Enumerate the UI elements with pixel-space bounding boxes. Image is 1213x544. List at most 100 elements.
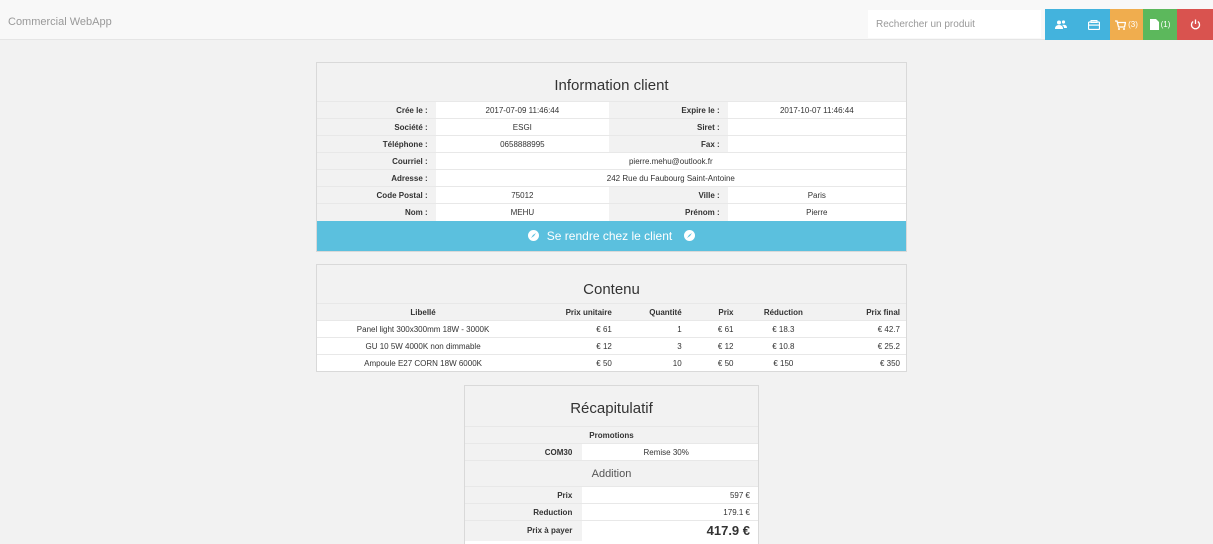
info-row: Crée le : 2017-07-09 11:46:44 Expire le … [317, 101, 906, 119]
siret-label: Siret : [609, 118, 728, 136]
client-info-panel: Information client Crée le : 2017-07-09 … [316, 62, 907, 252]
fax-value [727, 135, 906, 153]
cell-unit-price: € 50 [529, 354, 618, 372]
documents-count: (1) [1160, 20, 1171, 29]
email-value: pierre.mehu@outlook.fr [435, 152, 906, 170]
app-title[interactable]: Commercial WebApp [8, 16, 112, 28]
addition-label: Addition [465, 460, 758, 487]
company-label: Société : [317, 118, 436, 136]
col-header-discount: Réduction [739, 303, 828, 321]
summary-table: Promotions COM30 Remise 30% Addition Pri… [465, 426, 758, 541]
siret-value [727, 118, 906, 136]
price-label: Prix [465, 486, 583, 504]
cell-label: GU 10 5W 4000K non dimmable [317, 337, 530, 355]
go-to-client-label: Se rendre chez le client [546, 228, 673, 243]
cell-final-price: € 350 [827, 354, 906, 372]
content-panel: Contenu Libellé Prix unitaire Quantité P… [316, 264, 907, 372]
cell-price: € 61 [687, 320, 740, 338]
created-label: Crée le : [317, 101, 436, 119]
cell-quantity: 3 [617, 337, 688, 355]
phone-value: 0658888995 [435, 135, 610, 153]
store-button[interactable] [1077, 9, 1110, 40]
table-row: Ampoule E27 CORN 18W 6000K € 50 10 € 50 … [317, 354, 906, 372]
price-row: Prix 597 € [465, 486, 758, 504]
cell-unit-price: € 61 [529, 320, 618, 338]
users-icon [1055, 20, 1067, 29]
cell-price: € 12 [687, 337, 740, 355]
cell-final-price: € 25.2 [827, 337, 906, 355]
col-header-unit-price: Prix unitaire [529, 303, 618, 321]
summary-panel: Récapitulatif Promotions COM30 Remise 30… [464, 385, 759, 544]
total-label: Prix à payer [465, 520, 583, 541]
store-icon [1087, 19, 1100, 30]
go-to-client-button[interactable]: Se rendre chez le client [317, 220, 906, 251]
promo-row: COM30 Remise 30% [465, 443, 758, 461]
col-header-final-price: Prix final [827, 303, 906, 321]
cell-price: € 50 [687, 354, 740, 372]
addition-header-row: Addition [465, 460, 758, 487]
compass-icon [527, 230, 539, 241]
cell-quantity: 1 [617, 320, 688, 338]
col-header-price: Prix [687, 303, 740, 321]
clients-button[interactable] [1045, 9, 1077, 40]
company-value: ESGI [435, 118, 610, 136]
cell-label: Ampoule E27 CORN 18W 6000K [317, 354, 530, 372]
cell-discount: € 150 [739, 354, 828, 372]
cell-quantity: 10 [617, 354, 688, 372]
postal-code-value: 75012 [435, 186, 610, 204]
info-row: Adresse : 242 Rue du Faubourg Saint-Anto… [317, 169, 906, 187]
promo-code: COM30 [465, 443, 583, 461]
cell-label: Panel light 300x300mm 18W - 3000K [317, 320, 530, 338]
total-row: Prix à payer 417.9 € [465, 520, 758, 541]
table-header-row: Libellé Prix unitaire Quantité Prix Rédu… [317, 303, 906, 321]
info-row: Société : ESGI Siret : [317, 118, 906, 136]
lastname-value: MEHU [435, 203, 610, 221]
city-value: Paris [727, 186, 906, 204]
cell-discount: € 18.3 [739, 320, 828, 338]
content-title: Contenu [317, 265, 906, 303]
cell-unit-price: € 12 [529, 337, 618, 355]
table-row: Panel light 300x300mm 18W - 3000K € 61 1… [317, 320, 906, 338]
address-label: Adresse : [317, 169, 436, 187]
col-header-quantity: Quantité [617, 303, 688, 321]
search-input[interactable] [868, 10, 1041, 38]
documents-button[interactable]: (1) [1143, 9, 1177, 40]
expires-label: Expire le : [609, 101, 728, 119]
total-value: 417.9 € [582, 520, 758, 541]
phone-label: Téléphone : [317, 135, 436, 153]
address-value: 242 Rue du Faubourg Saint-Antoine [435, 169, 906, 187]
created-value: 2017-07-09 11:46:44 [435, 101, 610, 119]
promo-description: Remise 30% [582, 443, 758, 461]
email-label: Courriel : [317, 152, 436, 170]
cell-final-price: € 42.7 [827, 320, 906, 338]
cart-button[interactable]: (3) [1110, 9, 1143, 40]
lastname-label: Nom : [317, 203, 436, 221]
content-table: Libellé Prix unitaire Quantité Prix Rédu… [317, 303, 906, 372]
info-row: Courriel : pierre.mehu@outlook.fr [317, 152, 906, 170]
info-row: Nom : MEHU Prénom : Pierre [317, 203, 906, 221]
expires-value: 2017-10-07 11:46:44 [727, 101, 906, 119]
promotions-label: Promotions [465, 426, 758, 444]
file-icon [1149, 19, 1159, 30]
cart-icon [1115, 19, 1127, 30]
fax-label: Fax : [609, 135, 728, 153]
cart-count: (3) [1128, 20, 1138, 29]
postal-code-label: Code Postal : [317, 186, 436, 204]
logout-button[interactable] [1177, 9, 1213, 40]
compass-icon [684, 230, 696, 241]
discount-label: Reduction [465, 503, 583, 521]
promotions-header-row: Promotions [465, 426, 758, 444]
client-info-table: Crée le : 2017-07-09 11:46:44 Expire le … [317, 101, 906, 221]
info-row: Téléphone : 0658888995 Fax : [317, 135, 906, 153]
city-label: Ville : [609, 186, 728, 204]
cell-discount: € 10.8 [739, 337, 828, 355]
firstname-label: Prénom : [609, 203, 728, 221]
power-icon [1190, 19, 1201, 30]
top-navbar: Commercial WebApp (3) (1) [0, 0, 1213, 40]
price-value: 597 € [582, 486, 758, 504]
discount-value: 179.1 € [582, 503, 758, 521]
table-row: GU 10 5W 4000K non dimmable € 12 3 € 12 … [317, 337, 906, 355]
client-info-title: Information client [317, 63, 906, 101]
info-row: Code Postal : 75012 Ville : Paris [317, 186, 906, 204]
firstname-value: Pierre [727, 203, 906, 221]
